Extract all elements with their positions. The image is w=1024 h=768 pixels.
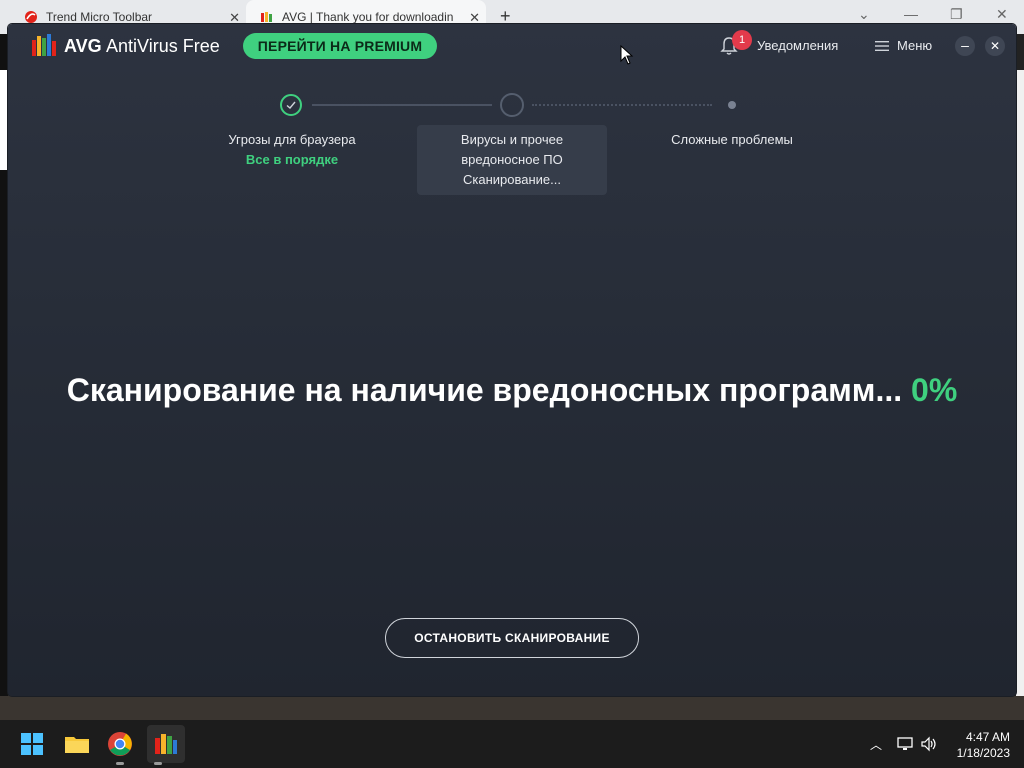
background-scrollbar[interactable] (1016, 70, 1024, 700)
avg-favicon-icon (261, 12, 272, 22)
step-viruses-label-line2: вредоносное ПО (461, 152, 563, 167)
windows-taskbar: ︿ 4:47 AM 1/18/2023 (0, 720, 1024, 768)
taskbar-running-indicator (116, 762, 124, 765)
scan-message: Сканирование на наличие вредоносных прог… (8, 372, 1016, 409)
chrome-icon[interactable] (104, 728, 136, 760)
chevron-up-icon[interactable]: ︿ (870, 736, 882, 753)
brand-name: AVG (64, 36, 102, 56)
scan-message-text: Сканирование на наличие вредоносных прог… (66, 372, 903, 408)
stop-scan-button[interactable]: ОСТАНОВИТЬ СКАНИРОВАНИЕ (385, 618, 639, 658)
avg-logo-icon (32, 34, 56, 56)
step-complete-check-icon (280, 94, 302, 116)
background-page (0, 696, 1024, 720)
step-pending-icon (728, 101, 736, 109)
product-name: AntiVirus Free (106, 36, 220, 56)
avg-taskbar-icon[interactable] (150, 728, 182, 760)
trend-micro-icon (25, 11, 37, 23)
file-explorer-icon[interactable] (61, 728, 93, 760)
clock-time[interactable]: 4:47 AM (940, 730, 1010, 744)
chevron-down-icon[interactable]: ⌄ (858, 6, 870, 23)
mouse-cursor-icon (620, 45, 634, 65)
close-window-icon[interactable]: ✕ (996, 6, 1008, 23)
stepper-connector (312, 104, 492, 106)
clock-date[interactable]: 1/18/2023 (940, 746, 1010, 760)
scan-percent: 0% (911, 372, 958, 408)
go-premium-button[interactable]: ПЕРЕЙТИ НА PREMIUM (243, 33, 437, 59)
background-page (0, 70, 8, 170)
step-in-progress-icon (500, 93, 524, 117)
network-icon[interactable] (896, 736, 914, 752)
notifications-link[interactable]: Уведомления (757, 38, 838, 53)
notification-count-badge: 1 (732, 30, 752, 50)
hamburger-menu-icon[interactable] (875, 40, 889, 52)
step-browser-threats-label: Угрозы для браузера (228, 132, 356, 147)
volume-icon[interactable] (920, 736, 938, 752)
restore-window-icon[interactable]: ❐ (950, 6, 963, 23)
app-header: AVG AntiVirus Free ПЕРЕЙТИ НА PREMIUM 1 … (8, 24, 1016, 68)
windows-start-icon[interactable] (16, 728, 48, 760)
step-viruses-status: Сканирование... (463, 172, 561, 187)
avg-app-window: AVG AntiVirus Free ПЕРЕЙТИ НА PREMIUM 1 … (8, 24, 1016, 696)
close-button[interactable]: ✕ (985, 36, 1005, 56)
browser-tab-label: Trend Micro Toolbar (46, 10, 153, 24)
menu-link[interactable]: Меню (897, 38, 932, 53)
minimize-window-icon[interactable]: — (904, 6, 918, 22)
step-viruses-label-line1: Вирусы и прочее (460, 132, 564, 147)
minimize-button[interactable]: – (955, 36, 975, 56)
stepper-connector (532, 104, 712, 106)
browser-tab-label: AVG | Thank you for downloadin (282, 10, 454, 24)
taskbar-running-indicator (154, 762, 162, 765)
step-browser-threats-status: Все в порядке (245, 152, 339, 167)
step-advanced-issues-label: Сложные проблемы (671, 132, 793, 147)
